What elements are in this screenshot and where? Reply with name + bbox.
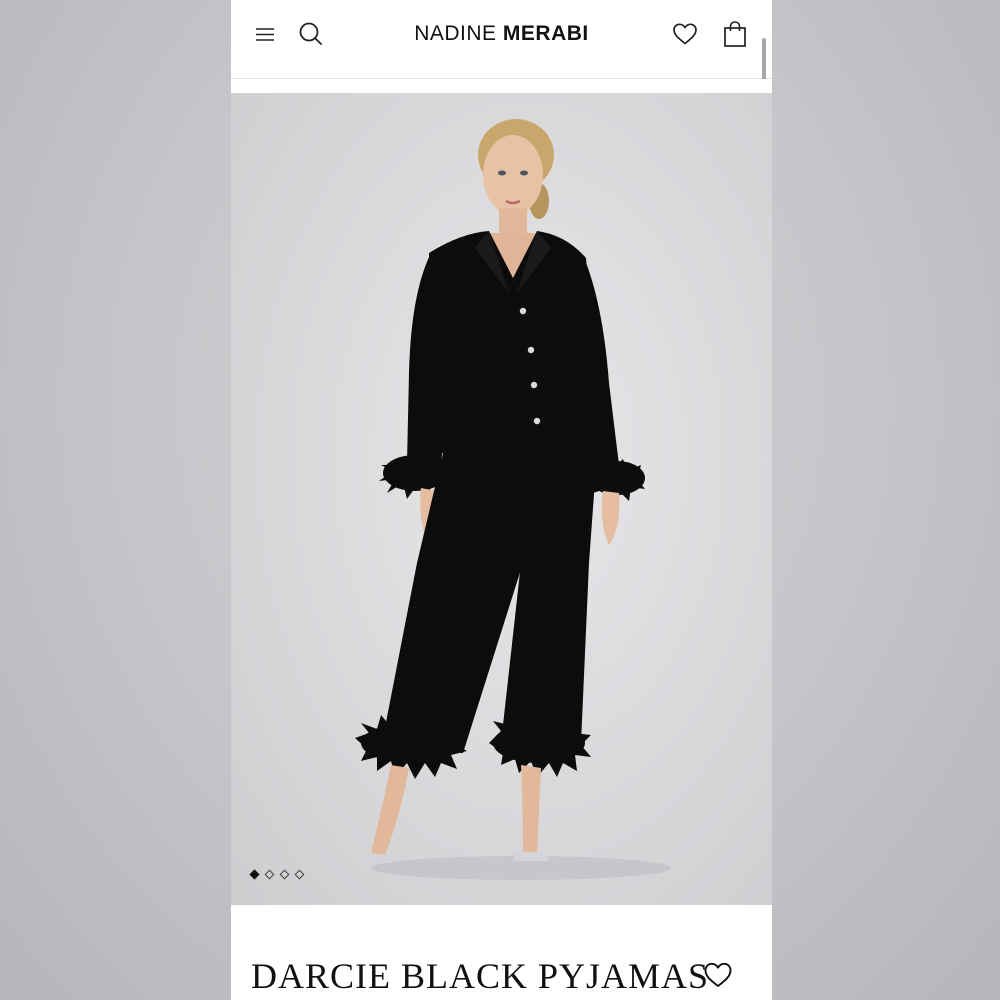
heart-icon[interactable] xyxy=(671,20,699,48)
product-info: DARCIE BLACK PYJAMAS xyxy=(231,905,772,1000)
carousel-dot-2[interactable] xyxy=(264,869,275,880)
product-photo xyxy=(355,119,671,880)
shopping-bag-icon[interactable] xyxy=(721,20,749,48)
brand-name-bold: MERABI xyxy=(502,22,589,45)
carousel-pagination xyxy=(249,869,305,880)
product-image-carousel[interactable] xyxy=(231,93,772,905)
product-title: DARCIE BLACK PYJAMAS xyxy=(251,956,710,996)
header-spacer xyxy=(231,79,772,93)
site-header: NADINE MERABI xyxy=(231,0,772,79)
brand-name-light: NADINE xyxy=(414,22,497,45)
carousel-dot-3[interactable] xyxy=(279,869,290,880)
wishlist-heart-icon[interactable] xyxy=(703,961,733,989)
carousel-dot-1[interactable] xyxy=(249,869,260,880)
carousel-dot-4[interactable] xyxy=(294,869,305,880)
mobile-page: NADINE MERABI DARCIE BLACK PYJAMAS xyxy=(231,0,772,1000)
